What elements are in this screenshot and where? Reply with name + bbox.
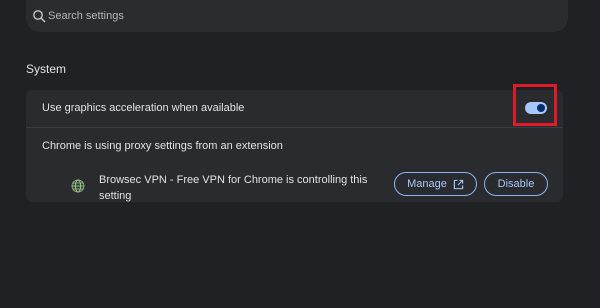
settings-page: System Use graphics acceleration when av… (0, 0, 600, 308)
search-input[interactable] (48, 6, 528, 26)
disable-button[interactable]: Disable (484, 172, 548, 196)
extension-control-text: Browsec VPN - Free VPN for Chrome is con… (99, 174, 368, 202)
section-title: System (26, 62, 67, 76)
proxy-label: Chrome is using proxy settings from an e… (42, 140, 283, 152)
search-icon (33, 10, 46, 23)
manage-button[interactable]: Manage (394, 172, 477, 196)
graphics-acceleration-toggle[interactable] (525, 102, 547, 114)
manage-button-label: Manage (407, 178, 447, 190)
globe-icon (71, 179, 85, 193)
system-settings-card: Use graphics acceleration when available… (26, 84, 563, 202)
open-in-new-icon (453, 179, 464, 189)
graphics-acceleration-row[interactable]: Use graphics acceleration when available (26, 84, 563, 128)
disable-button-label: Disable (497, 178, 535, 190)
toggle-knob (537, 104, 545, 112)
graphics-acceleration-label: Use graphics acceleration when available (42, 102, 245, 114)
search-bar[interactable] (26, 0, 568, 32)
